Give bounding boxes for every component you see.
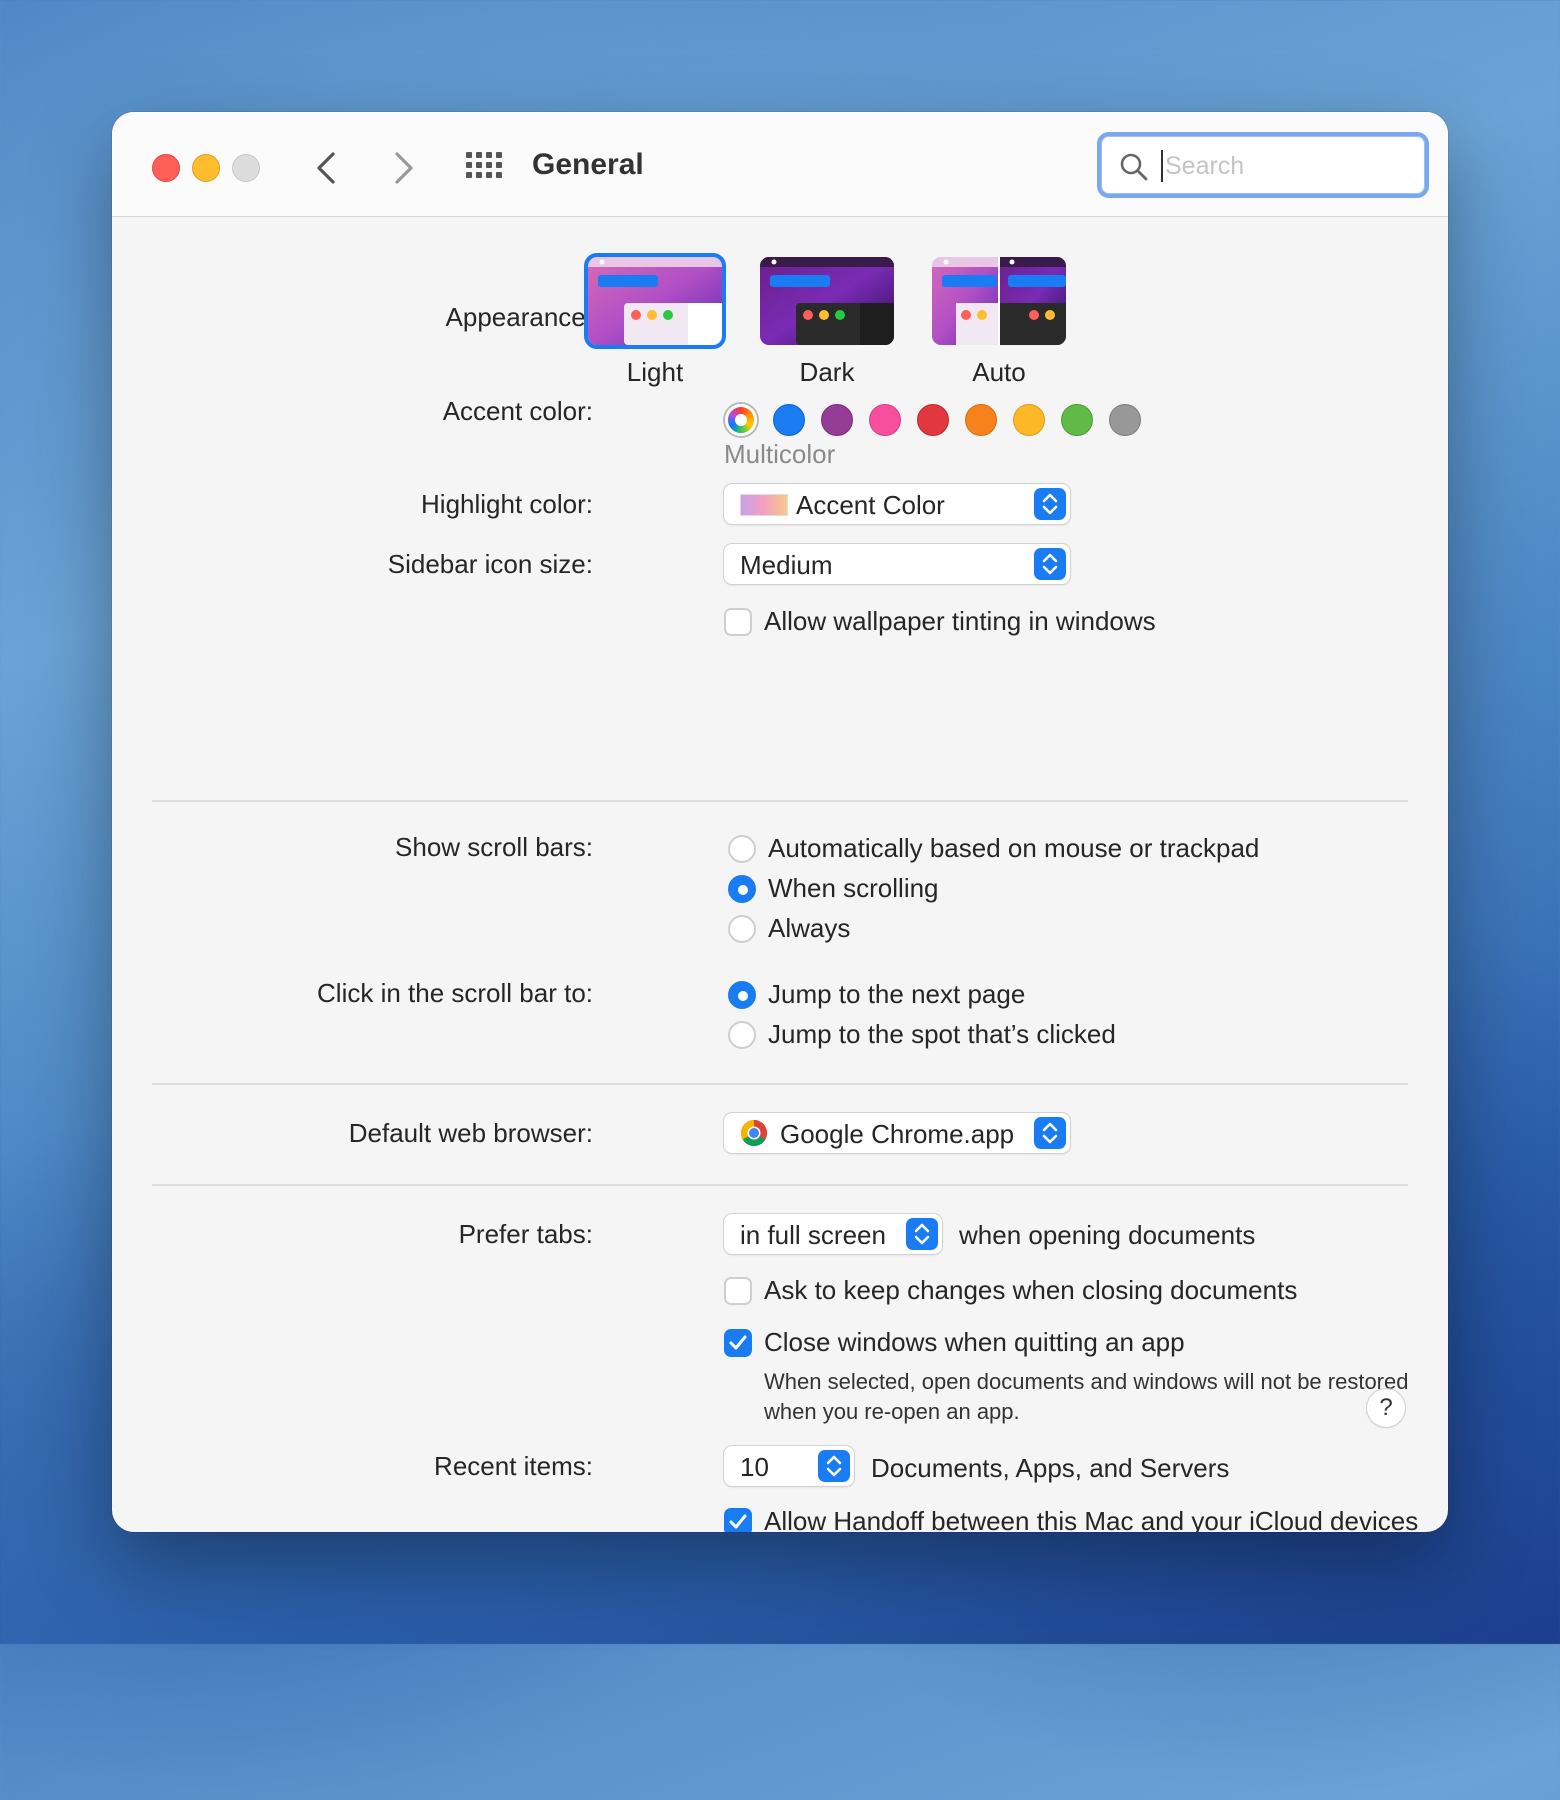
highlight-color-value: Accent Color: [796, 490, 945, 520]
close-windows-label: Close windows when quitting an app: [764, 1327, 1185, 1357]
appearance-dark-label: Dark: [799, 357, 855, 387]
sidebar-icon-size-label: Sidebar icon size:: [387, 549, 593, 579]
prefer-tabs-value: in full screen: [740, 1220, 886, 1250]
show-all-grid-icon[interactable]: [464, 150, 502, 188]
accent-multicolor-swatch[interactable]: [725, 404, 757, 436]
appearance-label: Appearance:: [445, 302, 593, 332]
search-field[interactable]: [1097, 132, 1429, 198]
close-windows-note: When selected, open documents and window…: [764, 1369, 1409, 1424]
zoom-window-button[interactable]: [232, 154, 260, 182]
scroll-click-next-page-label: Jump to the next page: [768, 979, 1026, 1009]
show-scroll-bars-label: Show scroll bars:: [395, 832, 593, 862]
appearance-auto-label: Auto: [972, 357, 1026, 387]
prefer-tabs-suffix: when opening documents: [959, 1220, 1256, 1250]
handoff-checkbox[interactable]: [724, 1508, 752, 1532]
handoff-label: Allow Handoff between this Mac and your …: [764, 1506, 1419, 1532]
appearance-dark-thumbnail[interactable]: [760, 257, 894, 345]
scroll-bars-always-label: Always: [768, 913, 851, 943]
recent-items-label: Recent items:: [434, 1451, 593, 1481]
scroll-bars-automatic-radio[interactable]: [728, 835, 756, 863]
wallpaper-tinting-checkbox[interactable]: [724, 608, 752, 636]
accent-graphite-swatch[interactable]: [1109, 404, 1141, 436]
general-settings-pane: Appearance: Light Dark Auto Accent color…: [112, 217, 1448, 1532]
highlight-color-label: Highlight color:: [421, 489, 593, 519]
accent-orange-swatch[interactable]: [965, 404, 997, 436]
popup-stepper-icon: [818, 1450, 850, 1482]
appearance-light-thumbnail[interactable]: [584, 253, 726, 349]
section-divider: [152, 1184, 1408, 1186]
sidebar-icon-size-value: Medium: [740, 550, 833, 580]
prefer-tabs-label: Prefer tabs:: [458, 1219, 593, 1249]
scroll-click-spot-radio[interactable]: [728, 1021, 756, 1049]
scroll-click-next-page-radio[interactable]: [728, 981, 756, 1009]
default-browser-value: Google Chrome.app: [780, 1119, 1015, 1149]
ask-keep-changes-checkbox[interactable]: [724, 1277, 752, 1305]
help-button[interactable]: ?: [1367, 1389, 1405, 1427]
popup-stepper-icon: [1034, 548, 1066, 580]
accent-blue-swatch[interactable]: [773, 404, 805, 436]
section-divider: [152, 800, 1408, 802]
scroll-click-label: Click in the scroll bar to:: [317, 978, 593, 1008]
prefer-tabs-popup[interactable]: in full screen: [724, 1214, 942, 1254]
scroll-bars-when-scrolling-label: When scrolling: [768, 873, 939, 903]
recent-items-popup[interactable]: 10: [724, 1446, 854, 1486]
accent-selected-name: Multicolor: [724, 439, 836, 469]
accent-color-label: Accent color:: [442, 396, 593, 426]
default-browser-label: Default web browser:: [348, 1118, 593, 1148]
checkmark-icon: [729, 1335, 747, 1350]
default-browser-popup[interactable]: Google Chrome.app: [724, 1113, 1070, 1153]
search-input[interactable]: [1163, 144, 1407, 188]
scroll-click-spot-label: Jump to the spot that’s clicked: [768, 1019, 1116, 1049]
back-arrow-icon[interactable]: [308, 148, 348, 188]
scroll-bars-automatic-label: Automatically based on mouse or trackpad: [768, 833, 1260, 863]
scroll-bars-when-scrolling-radio[interactable]: [728, 875, 756, 903]
accent-yellow-swatch[interactable]: [1013, 404, 1045, 436]
search-icon: [1120, 153, 1148, 181]
sidebar-icon-size-popup[interactable]: Medium: [724, 544, 1070, 584]
minimize-window-button[interactable]: [192, 154, 220, 182]
popup-stepper-icon: [1034, 1117, 1066, 1149]
popup-stepper-icon: [906, 1218, 938, 1250]
accent-purple-swatch[interactable]: [821, 404, 853, 436]
close-windows-checkbox[interactable]: [724, 1329, 752, 1357]
accent-red-swatch[interactable]: [917, 404, 949, 436]
system-preferences-window: General Appearance:: [112, 112, 1448, 1532]
highlight-color-preview: [740, 494, 788, 516]
accent-pink-swatch[interactable]: [869, 404, 901, 436]
accent-green-swatch[interactable]: [1061, 404, 1093, 436]
recent-items-value: 10: [740, 1452, 769, 1482]
section-divider: [152, 1083, 1408, 1085]
appearance-light-label: Light: [626, 357, 684, 387]
scroll-bars-always-radio[interactable]: [728, 915, 756, 943]
wallpaper-tinting-label: Allow wallpaper tinting in windows: [764, 606, 1156, 636]
window-title: General: [532, 148, 644, 181]
checkmark-icon: [729, 1514, 747, 1529]
forward-arrow-icon[interactable]: [382, 148, 422, 188]
chrome-icon: [740, 1119, 768, 1147]
ask-keep-changes-label: Ask to keep changes when closing documen…: [764, 1275, 1298, 1305]
highlight-color-popup[interactable]: Accent Color: [724, 484, 1070, 524]
close-window-button[interactable]: [152, 154, 180, 182]
recent-items-suffix: Documents, Apps, and Servers: [871, 1453, 1230, 1483]
title-bar: General: [112, 112, 1448, 217]
appearance-auto-thumbnail[interactable]: [932, 257, 1066, 345]
popup-stepper-icon: [1034, 488, 1066, 520]
